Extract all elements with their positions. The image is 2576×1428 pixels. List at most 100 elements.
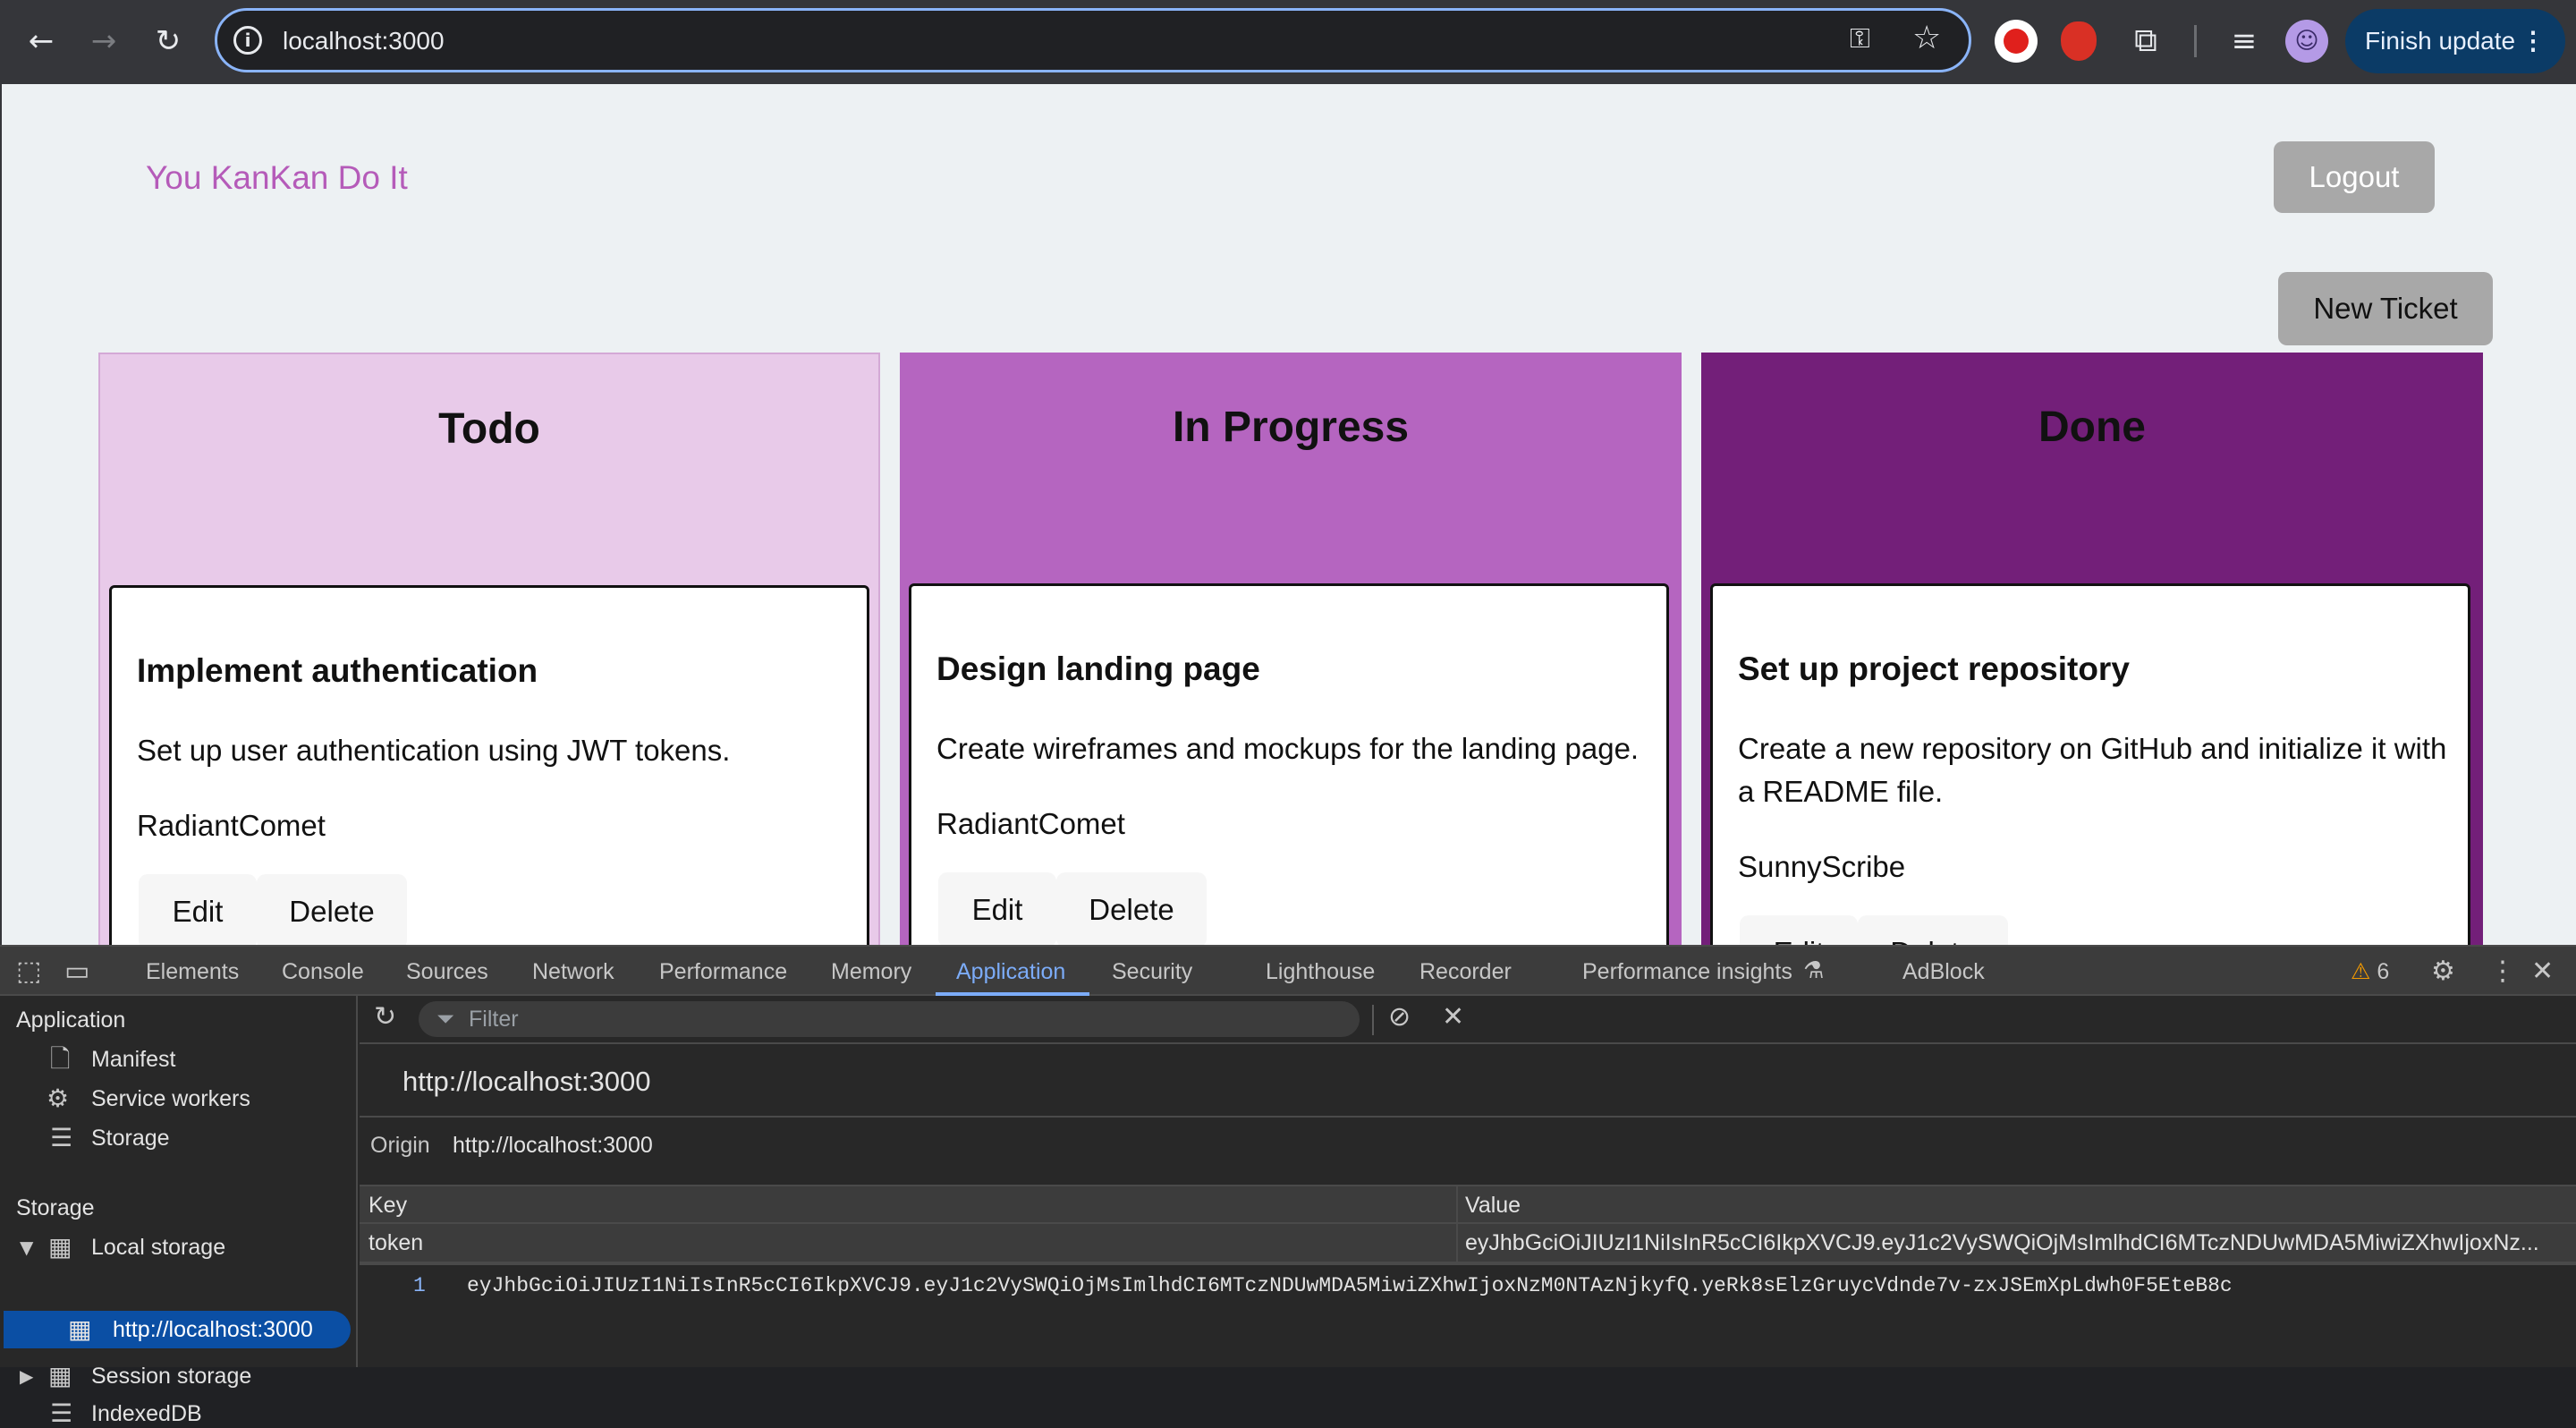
record-extension-icon[interactable] [1995,20,2038,63]
column-done: Done Set up project repository Create a … [1701,353,2483,945]
column-todo: Todo Implement authentication Set up use… [98,353,880,945]
reload-icon[interactable]: ↻ [145,18,191,64]
edit-button[interactable]: Edit [938,872,1056,945]
sidebar-item-localhost-label: http://localhost:3000 [113,1317,313,1342]
table-icon: ▦ [68,1314,92,1344]
more-menu-icon: ⋮ [2521,27,2546,55]
tab-performance[interactable]: Performance [659,958,787,985]
filter-funnel-icon: ⏷ [436,1006,455,1032]
edit-button[interactable]: Edit [1740,915,1858,945]
tab-performance-insights[interactable]: Performance insights [1582,958,1792,985]
sidebar-heading-storage: Storage [16,1195,95,1220]
delete-button[interactable]: Delete [1056,872,1207,945]
devtools-tab-bar: ⬚ ▭ Elements Console Sources Network Per… [0,945,2576,996]
sidebar-item-localhost-selected[interactable]: ▦ http://localhost:3000 [4,1311,351,1348]
bookmark-star-icon[interactable]: ☆ [1912,20,1941,56]
ticket-card: Implement authentication Set up user aut… [109,585,869,945]
media-control-icon[interactable]: ≡ [2223,20,2266,63]
ticket-description: Create a new repository on GitHub and in… [1738,732,2447,808]
more-options-icon[interactable]: ⋮ [2489,956,2516,987]
tab-recorder[interactable]: Recorder [1419,958,1512,985]
sidebar-item-manifest[interactable]: Manifest [91,1046,175,1073]
tab-memory[interactable]: Memory [831,958,911,985]
warnings-counter[interactable]: ⚠ 6 [2351,958,2389,985]
table-header: Key Value [360,1185,2576,1224]
tab-sources[interactable]: Sources [406,958,488,985]
gears-icon: ⚙ [47,1084,70,1113]
extensions-puzzle-icon[interactable]: ⧉ [2124,20,2167,63]
table-row[interactable]: token eyJhbGciOiJIUzI1NiIsInR5cCI6IkpXVC… [360,1224,2576,1263]
adblock-extension-icon[interactable] [2061,21,2097,61]
tab-security[interactable]: Security [1112,958,1192,985]
inspect-element-icon[interactable]: ⬚ [16,956,41,987]
column-in-progress: In Progress Design landing page Create w… [900,353,1682,945]
edit-button[interactable]: Edit [139,874,257,945]
profile-avatar[interactable]: ☺ [2285,20,2328,63]
row-value: eyJhbGciOiJIUzI1NiIsInR5cCI6IkpXVCJ9.eyJ… [1465,1230,2539,1255]
tab-console[interactable]: Console [282,958,364,985]
settings-gear-icon[interactable]: ⚙ [2431,956,2455,987]
column-title: In Progress [1172,404,1410,451]
column-header-value[interactable]: Value [1465,1192,1521,1219]
app-brand[interactable]: You KanKan Do It [146,157,408,199]
preview-line-number: 1 [413,1274,426,1297]
origin-title: http://localhost:3000 [402,1066,651,1097]
new-ticket-button[interactable]: New Ticket [2278,272,2493,345]
storage-toolbar: ↻ ⏷ Filter ⊘ ✕ [360,996,2576,1044]
origin-value: http://localhost:3000 [453,1133,653,1158]
sidebar-heading-application: Application [16,1007,126,1033]
database-icon: ☰ [50,1398,73,1428]
refresh-icon[interactable]: ↻ [374,1001,396,1033]
forward-icon[interactable]: → [80,18,127,64]
column-divider[interactable] [1456,1185,1458,1263]
ticket-user: SunnyScribe [1738,850,1906,883]
tab-adblock[interactable]: AdBlock [1902,958,1985,985]
table-icon: ▦ [48,1232,72,1262]
flask-icon: ⚗ [1803,957,1825,984]
ticket-user: RadiantComet [936,807,1125,840]
site-info-icon[interactable]: i [233,26,262,55]
origin-row: Origin http://localhost:3000 [360,1118,2576,1173]
filter-placeholder: Filter [469,1007,519,1032]
close-devtools-icon[interactable]: ✕ [2531,956,2554,987]
logout-button[interactable]: Logout [2274,141,2435,213]
expand-triangle-icon[interactable]: ▼ [20,1234,33,1261]
warning-count: 6 [2377,959,2390,984]
row-key: token [369,1230,424,1255]
column-title: Done [2038,404,2146,451]
ticket-description: Create wireframes and mockups for the la… [936,732,1640,765]
column-title: Todo [438,405,540,453]
browser-toolbar: ← → ↻ i localhost:3000 ⚿ ☆ ⧉ ≡ ☺ Finish … [0,0,2576,84]
delete-button[interactable]: Delete [1858,915,2008,945]
address-bar[interactable]: i localhost:3000 ⚿ ☆ [215,8,1971,72]
tab-lighthouse[interactable]: Lighthouse [1266,958,1375,985]
tab-network[interactable]: Network [532,958,614,985]
page-viewport: You KanKan Do It Logout New Ticket Todo … [0,84,2576,945]
document-icon: 🗋 [50,1044,71,1074]
tab-application[interactable]: Application [956,958,1065,985]
database-icon: ☰ [50,1123,73,1152]
ticket-user: RadiantComet [137,809,326,842]
sidebar-item-indexeddb[interactable]: IndexedDB [91,1400,202,1427]
sidebar-item-local-storage[interactable]: Local storage [91,1234,225,1261]
clear-all-icon[interactable]: ⊘ [1388,1001,1411,1033]
finish-update-button[interactable]: Finish update ⋮ [2345,9,2565,73]
address-bar-url[interactable]: localhost:3000 [283,25,445,57]
sidebar-item-storage[interactable]: Storage [91,1125,170,1152]
toolbar-separator [1372,1005,1374,1035]
finish-update-label: Finish update [2365,27,2516,55]
tab-elements[interactable]: Elements [146,958,239,985]
delete-selected-icon[interactable]: ✕ [1442,1001,1464,1033]
ticket-description: Set up user authentication using JWT tok… [137,734,731,767]
toolbar-divider [2194,25,2197,57]
column-header-key[interactable]: Key [369,1192,407,1219]
password-key-icon[interactable]: ⚿ [1850,23,1870,55]
ticket-card: Set up project repository Create a new r… [1710,583,2470,945]
sidebar-item-service-workers[interactable]: Service workers [91,1085,250,1112]
ticket-title: Set up project repository [1738,650,2130,687]
preview-value[interactable]: eyJhbGciOiJIUzI1NiIsInR5cCI6IkpXVCJ9.eyJ… [467,1274,2233,1297]
back-icon[interactable]: ← [18,18,64,64]
device-toolbar-icon[interactable]: ▭ [64,956,89,987]
delete-button[interactable]: Delete [257,874,407,945]
filter-input[interactable]: ⏷ Filter [419,1001,1360,1037]
